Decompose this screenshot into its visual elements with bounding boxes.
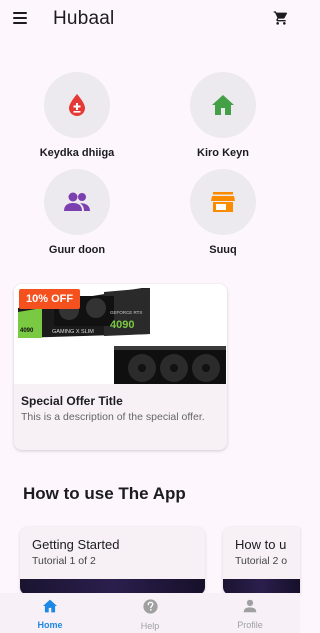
gpu-box-model-text: 4090 [20,328,34,334]
app-title: Hubaal [53,8,115,29]
tutorial-title: How to u [235,537,287,552]
gpu-brand-text: GAMING X SLIM [52,329,94,335]
tutorial-subtitle: Tutorial 1 of 2 [32,555,96,567]
category-keydka-dhiiga[interactable]: Keydka dhiiga [22,72,132,159]
category-label: Keydka dhiiga [39,147,115,159]
person-icon [243,599,257,613]
tutorial-title: Getting Started [32,537,120,552]
category-circle [44,169,110,235]
category-guur-doon[interactable]: Guur doon [22,169,132,256]
tutorial-subtitle: Tutorial 2 o [235,555,288,567]
category-circle [190,169,256,235]
category-kiro-keyn[interactable]: Kiro Keyn [168,72,278,159]
people-icon [64,192,90,211]
category-suuq[interactable]: Suuq [168,169,278,256]
help-icon [142,599,158,614]
tutorial-card[interactable]: Getting Started Tutorial 1 of 2 [20,527,205,595]
nav-label: Help [140,621,160,631]
app-bar: Hubaal [0,0,300,38]
special-offer-card[interactable]: GAMING X SLIM GEFORCE RTX 4090 4090 10% … [14,284,227,450]
gpu-model-text: 4090 [110,319,134,331]
bottom-navigation: Home Help Profile [0,593,300,633]
home-icon [212,95,234,115]
blood-drop-icon [69,94,85,116]
category-circle [190,72,256,138]
category-label: Guur doon [48,244,106,256]
tutorials-section-title: How to use The App [23,484,186,503]
category-label: Kiro Keyn [197,147,249,159]
home-icon [43,599,57,613]
nav-help[interactable]: Help [120,599,180,631]
nav-label: Home [37,620,63,630]
offer-image: GAMING X SLIM GEFORCE RTX 4090 4090 10% … [14,284,227,384]
tutorial-card[interactable]: How to u Tutorial 2 o [223,527,300,595]
offer-description: This is a description of the special off… [21,411,205,423]
discount-badge: 10% OFF [19,289,81,309]
category-label: Suuq [209,244,237,256]
offer-title: Special Offer Title [21,394,123,408]
category-circle [44,72,110,138]
nav-label: Profile [237,620,263,630]
cart-icon[interactable] [273,10,289,26]
menu-icon[interactable] [13,12,27,24]
nav-profile[interactable]: Profile [220,599,280,630]
nav-home[interactable]: Home [20,599,80,630]
store-icon [211,192,235,212]
gpu-series-text: GEFORCE RTX [110,310,142,315]
